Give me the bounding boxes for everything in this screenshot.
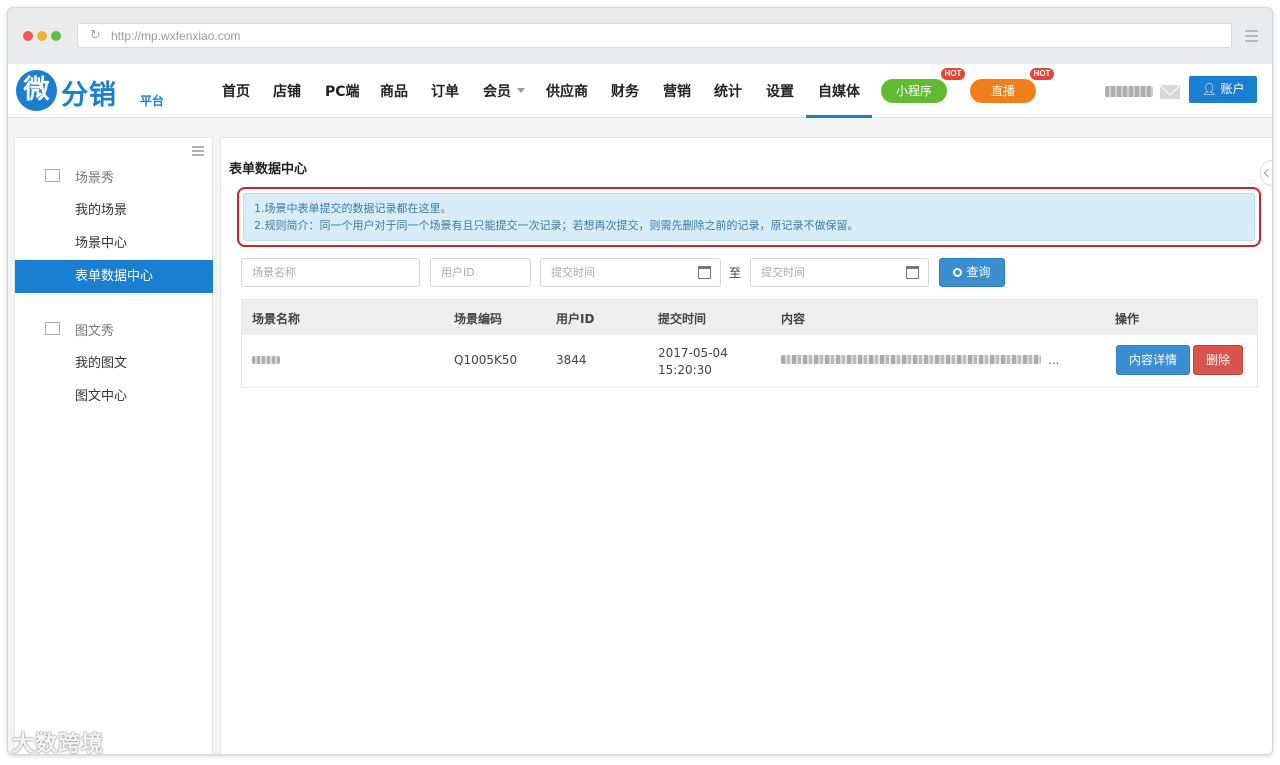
logo-text: 分销 (61, 80, 117, 111)
user-icon: 👤︎ (1201, 82, 1221, 96)
browser-window: ↻ http://mp.wxfenxiao.com 微 分销 平台 首页 店铺 … (7, 7, 1273, 755)
username (1105, 86, 1153, 97)
notice-line-1: 1.场景中表单提交的数据记录都在这里。 (254, 202, 452, 215)
nav-settings[interactable]: 设置 (766, 81, 794, 101)
nav-finance[interactable]: 财务 (611, 81, 639, 101)
scene-name-input[interactable]: 场景名称 (241, 258, 420, 287)
nav-orders[interactable]: 订单 (431, 81, 459, 101)
range-to-label: 至 (729, 266, 742, 280)
nav-self-media[interactable]: 自媒体 (818, 81, 860, 101)
table-row: Q1005K50 3844 2017-05-04 15:20:30 ... 内容… (242, 335, 1257, 387)
clapperboard-icon (45, 169, 60, 182)
sidebar-group-label: 图文秀 (75, 324, 115, 339)
calendar-icon[interactable] (906, 266, 919, 279)
live-button[interactable]: 直播 (970, 79, 1036, 103)
col-scene-code: 场景编码 (454, 312, 503, 326)
chevron-down-icon (517, 88, 525, 93)
col-user-id: 用户ID (556, 312, 595, 326)
nav-statistics[interactable]: 统计 (714, 81, 742, 101)
user-id-cell: 3844 (556, 353, 587, 367)
close-window-dot[interactable] (23, 31, 33, 41)
sidebar-group-label: 场景秀 (75, 171, 115, 186)
sidebar-toggle-icon[interactable] (192, 146, 204, 158)
sidebar: 场景秀 我的场景 场景中心 表单数据中心 图文秀 我的图文 图文中心 (14, 137, 213, 754)
table-header: 场景名称 场景编码 用户ID 提交时间 内容 操作 (242, 300, 1257, 335)
nav-active-indicator (806, 115, 872, 118)
page: 微 分销 平台 首页 店铺 PC端 商品 订单 会员 供应商 财务 营销 统计 … (8, 64, 1272, 754)
nav-marketing[interactable]: 营销 (663, 81, 691, 101)
notice-line-2: 2.规则简介：同一个用户对于同一个场景有且只能提交一次记录；若想再次提交，则需先… (254, 219, 859, 232)
col-content: 内容 (781, 312, 806, 326)
hot-badge: HOT (941, 68, 965, 80)
sidebar-item-my-articles[interactable]: 我的图文 (15, 347, 213, 380)
nav-members-label: 会员 (483, 84, 511, 100)
page-title: 表单数据中心 (229, 162, 308, 177)
submit-clock: 15:20:30 (658, 363, 712, 377)
hot-badge: HOT (1030, 68, 1054, 80)
sidebar-item-article-center[interactable]: 图文中心 (15, 380, 213, 413)
nav-pc[interactable]: PC端 (325, 81, 360, 101)
top-navigation: 微 分销 平台 首页 店铺 PC端 商品 订单 会员 供应商 财务 营销 统计 … (8, 64, 1272, 118)
start-time-placeholder: 提交时间 (551, 266, 595, 279)
nav-home[interactable]: 首页 (222, 81, 250, 101)
sidebar-item-form-data-center[interactable]: 表单数据中心 (15, 260, 213, 293)
logo-mark: 微 (16, 70, 57, 111)
notice-box: 1.场景中表单提交的数据记录都在这里。 2.规则简介：同一个用户对于同一个场景有… (243, 193, 1255, 241)
main-content: 表单数据中心 1.场景中表单提交的数据记录都在这里。 2.规则简介：同一个用户对… (220, 137, 1272, 754)
mini-program-button[interactable]: 小程序 (881, 79, 947, 103)
user-id-input[interactable]: 用户ID (430, 258, 531, 287)
delete-button[interactable]: 删除 (1193, 345, 1243, 375)
refresh-icon[interactable]: ↻ (90, 28, 101, 43)
col-scene-name: 场景名称 (252, 312, 301, 326)
browser-chrome: ↻ http://mp.wxfenxiao.com (8, 8, 1272, 64)
address-bar[interactable]: ↻ http://mp.wxfenxiao.com (77, 23, 1232, 48)
nav-store[interactable]: 店铺 (273, 81, 301, 101)
maximize-window-dot[interactable] (51, 31, 61, 41)
content-redacted (781, 355, 1041, 364)
account-label: 账户 (1220, 82, 1245, 96)
sidebar-item-scene-center[interactable]: 场景中心 (15, 227, 213, 260)
col-actions: 操作 (1115, 312, 1140, 326)
search-label: 查询 (966, 265, 991, 279)
submit-time-cell: 2017-05-04 15:20:30 (658, 345, 728, 379)
calendar-icon[interactable] (698, 266, 711, 279)
notice-highlight: 1.场景中表单提交的数据记录都在这里。 2.规则简介：同一个用户对于同一个场景有… (237, 187, 1261, 247)
content-detail-button[interactable]: 内容详情 (1116, 345, 1190, 375)
account-button[interactable]: 👤︎ 账户 (1189, 76, 1257, 103)
end-time-input[interactable]: 提交时间 (750, 258, 929, 287)
col-submit-time: 提交时间 (658, 312, 707, 326)
nav-products[interactable]: 商品 (380, 81, 408, 101)
scene-name-redacted (252, 356, 280, 364)
watermark-text: 大数跨境 (12, 732, 105, 757)
mail-icon[interactable] (1160, 85, 1180, 99)
article-icon (45, 322, 60, 335)
url-text: http://mp.wxfenxiao.com (111, 29, 241, 43)
search-icon (953, 268, 963, 277)
end-time-placeholder: 提交时间 (761, 266, 805, 279)
start-time-input[interactable]: 提交时间 (540, 258, 721, 287)
logo-subtitle: 平台 (140, 94, 165, 108)
submit-date: 2017-05-04 (658, 346, 728, 360)
search-button[interactable]: 查询 (939, 258, 1005, 287)
form-data-table: 场景名称 场景编码 用户ID 提交时间 内容 操作 Q1005K50 3844 … (241, 299, 1258, 388)
nav-suppliers[interactable]: 供应商 (546, 81, 588, 101)
minimize-window-dot[interactable] (37, 31, 47, 41)
content-ellipsis: ... (1048, 353, 1060, 367)
scene-code-cell: Q1005K50 (454, 353, 518, 367)
sidebar-item-my-scenes[interactable]: 我的场景 (15, 194, 213, 227)
browser-menu-icon[interactable] (1245, 30, 1258, 45)
